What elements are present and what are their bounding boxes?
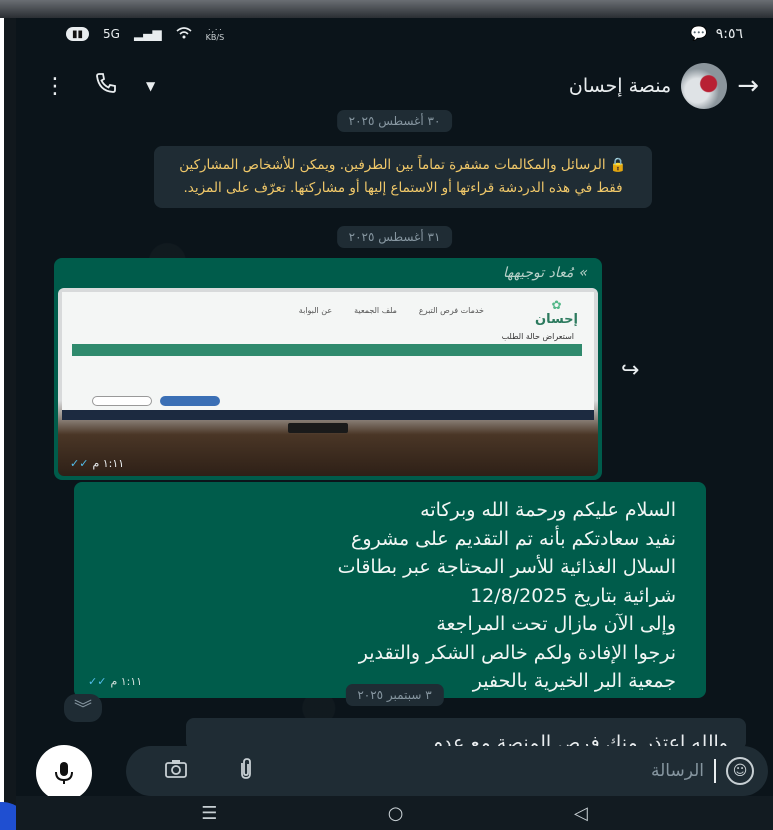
forwarded-label: » مُعاد توجيهها [58, 262, 598, 284]
message-input[interactable] [404, 761, 704, 781]
status-time: ٩:٥٦ [715, 26, 743, 42]
image-timestamp: ١:١١ م ✓✓ [70, 457, 124, 470]
recent-apps-icon[interactable]: ☰ [201, 803, 217, 824]
wifi-icon [176, 26, 192, 42]
status-right: 💬 ٩:٥٦ [690, 26, 743, 42]
read-ticks-icon: ✓✓ [70, 457, 89, 470]
message-line: وإلى الآن مازال تحت المراجعة [436, 613, 676, 635]
message-time: ١:١١ م [110, 675, 143, 688]
microphone-icon [55, 762, 73, 784]
webpage-buttons [92, 396, 220, 406]
scroll-down-button[interactable]: ︾ [64, 694, 102, 722]
emoji-icon[interactable]: ☺ [726, 757, 754, 785]
header-actions: ⋮ ▼ [44, 71, 155, 101]
window-frame-top [0, 0, 773, 18]
date-chip: ٣١ أغسطس ٢٠٢٥ [336, 226, 453, 248]
back-arrow-icon[interactable]: → [737, 71, 759, 101]
message-line: شرائية بتاريخ 12/8/2025 [470, 584, 676, 607]
back-icon[interactable]: ◁ [574, 803, 588, 824]
webpage-button [92, 396, 152, 406]
date-chip: ٣ سبتمبر ٢٠٢٥ [345, 684, 444, 706]
webpage-nav-item: عن البوابة [298, 306, 333, 315]
webpage-button [160, 396, 220, 406]
status-left: ▮▮ 5G ▂▄▆ ٠,٠٠ KB/S [66, 26, 224, 42]
text-cursor [714, 759, 716, 783]
webpage-nav-item: خدمات فرص التبرع [418, 306, 484, 315]
network-label: 5G [103, 27, 120, 41]
call-icon[interactable] [94, 71, 118, 101]
ehsan-logo: ✿ إحسان [535, 298, 578, 327]
message-line: نرجوا الإفادة ولكم خالص الشكر والتقدير [358, 641, 676, 664]
window-frame-left [0, 18, 16, 830]
message-line: السلام عليكم ورحمة الله وبركاته [420, 499, 676, 521]
read-ticks-icon: ✓✓ [88, 675, 107, 688]
message-photo[interactable]: ✿ إحسان خدمات فرص التبرع ملف الجمعية عن … [58, 288, 598, 476]
header-contact[interactable]: → منصة إحسان [569, 63, 759, 109]
camera-icon[interactable] [164, 759, 188, 784]
webpage-table-row [72, 358, 582, 368]
encryption-text: الرسائل والمكالمات مشفرة تماماً بين الطر… [179, 157, 623, 196]
chat-bubble-icon: 💬 [690, 26, 708, 42]
home-icon[interactable]: ○ [388, 803, 404, 824]
monitor-stand [288, 423, 348, 433]
attachment-icon[interactable] [238, 757, 254, 786]
forwarded-image-message[interactable]: » مُعاد توجيهها ✿ إحسان خدمات فرص التبرع… [54, 258, 602, 480]
microphone-button[interactable] [36, 745, 92, 801]
message-line: السلال الغذائية للأسر المحتاجة عبر بطاقا… [337, 556, 676, 578]
double-chevron-down-icon: ︾ [74, 699, 92, 720]
text-message[interactable]: السلام عليكم ورحمة الله وبركاته نفيد سعا… [74, 482, 706, 698]
network-speed: ٠,٠٠ KB/S [206, 26, 225, 42]
logo-text: إحسان [534, 312, 578, 327]
forwarded-text: مُعاد توجيهها [502, 265, 574, 281]
lock-icon: 🔒 [605, 157, 627, 173]
photo-webpage: ✿ إحسان خدمات فرص التبرع ملف الجمعية عن … [62, 292, 594, 410]
input-text-area: ☺ [404, 757, 754, 785]
leaf-icon: ✿ [551, 298, 562, 312]
avatar[interactable] [681, 63, 728, 109]
webpage-title: استعراض حالة الطلب [501, 332, 574, 341]
status-bar: ▮▮ 5G ▂▄▆ ٠,٠٠ KB/S 💬 ٩:٥٦ [16, 18, 773, 50]
webpage-table-header [72, 344, 582, 356]
phone-screen: ▮▮ 5G ▂▄▆ ٠,٠٠ KB/S 💬 ٩:٥٦ ⋮ ▼ → منصة إح… [16, 18, 773, 830]
system-nav-bar: ☰ ○ ◁ [16, 796, 773, 830]
photo-taskbar [62, 410, 594, 420]
input-actions [164, 757, 254, 786]
date-chip: ٣٠ أغسطس ٢٠٢٥ [336, 110, 453, 132]
webpage-nav-item: ملف الجمعية [354, 306, 397, 315]
battery-icon: ▮▮ [66, 27, 90, 41]
more-options-icon[interactable]: ⋮ [44, 74, 66, 99]
contact-name[interactable]: منصة إحسان [569, 75, 671, 97]
message-line: نفيد سعادتكم بأنه تم التقديم على مشروع [351, 527, 676, 550]
call-dropdown-icon[interactable]: ▼ [146, 79, 155, 93]
signal-icon: ▂▄▆ [133, 27, 162, 41]
chat-header: ⋮ ▼ → منصة إحسان [16, 58, 773, 114]
message-timestamp: ١:١١ م ✓✓ [88, 675, 142, 688]
speed-unit: KB/S [205, 33, 225, 42]
forward-share-icon[interactable]: ↪ [621, 358, 639, 383]
encryption-notice[interactable]: 🔒 الرسائل والمكالمات مشفرة تماماً بين ال… [154, 146, 652, 208]
message-input-bar: ☺ [126, 746, 768, 796]
forward-icon: » [579, 265, 588, 281]
image-time: ١:١١ م [92, 457, 125, 470]
webpage-nav: خدمات فرص التبرع ملف الجمعية عن البوابة [299, 306, 484, 315]
